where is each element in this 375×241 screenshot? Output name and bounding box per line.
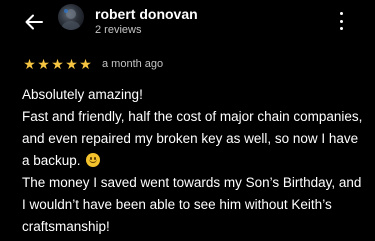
review-text-part2: The money I saved went towards my Son’s … — [22, 175, 362, 234]
more-vertical-icon-dot — [339, 12, 343, 15]
more-vertical-icon-dot — [339, 19, 343, 23]
avatar-image — [62, 9, 80, 30]
review-text-part1: Absolutely amazing! Fast and friendly, h… — [22, 87, 363, 168]
grinning-face-emoji-icon — [86, 153, 101, 167]
reviewer-review-count: 2 reviews — [95, 24, 142, 36]
star-icon: ★ — [51, 56, 64, 72]
star-icon: ★ — [37, 56, 50, 72]
review-text: Absolutely amazing! Fast and friendly, h… — [22, 84, 368, 238]
star-icon: ★ — [23, 56, 36, 72]
star-icon: ★ — [79, 56, 92, 72]
back-button[interactable] — [22, 10, 46, 34]
star-rating: ★ ★ ★ ★ ★ — [23, 57, 92, 71]
avatar[interactable] — [58, 4, 84, 30]
more-options-button[interactable] — [334, 10, 348, 32]
rating-row: ★ ★ ★ ★ ★ a month ago — [23, 56, 163, 72]
reviewer-name[interactable]: robert donovan — [95, 6, 198, 22]
arrow-left-icon — [25, 14, 43, 30]
more-vertical-icon-dot — [339, 27, 343, 30]
review-date: a month ago — [102, 58, 164, 70]
review-header: robert donovan 2 reviews — [0, 0, 375, 44]
star-icon: ★ — [65, 56, 78, 72]
